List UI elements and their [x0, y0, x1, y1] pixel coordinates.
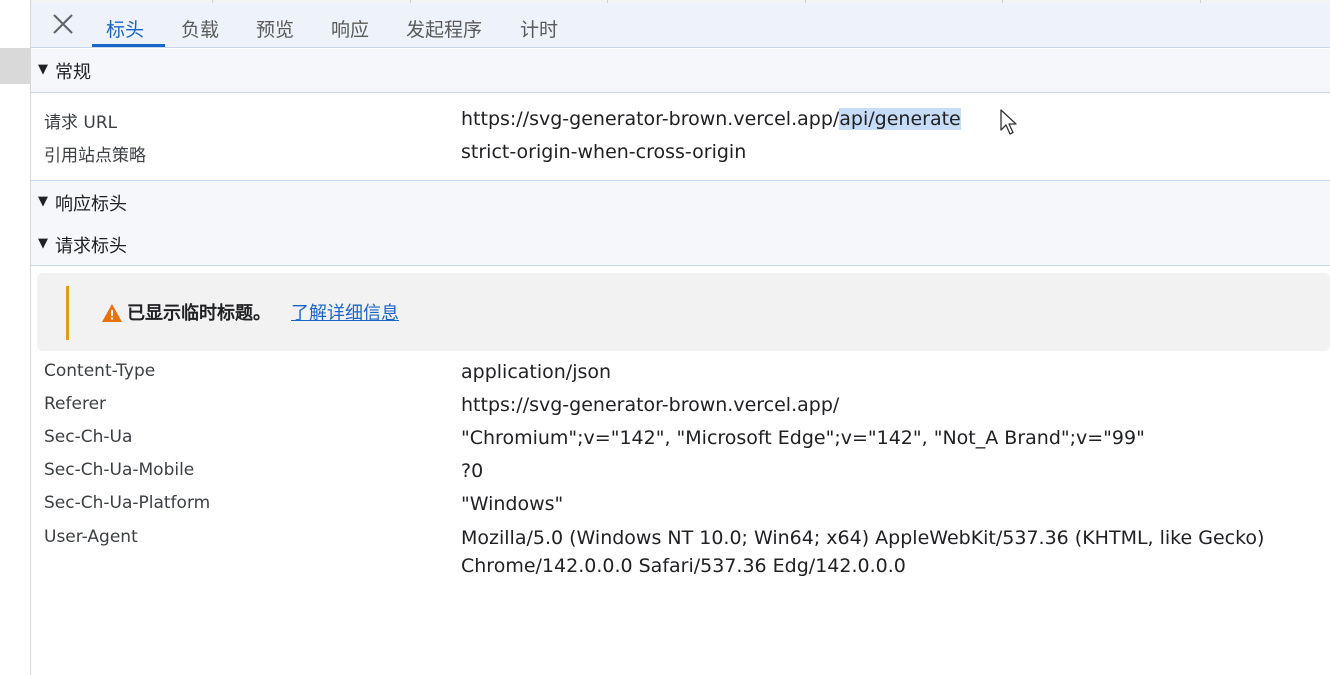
section-response-headers-header[interactable]: ▼ 响应标头 [31, 180, 1330, 224]
section-response-headers-title: 响应标头 [55, 194, 127, 215]
url-selected-text[interactable]: api/generate [839, 108, 961, 130]
selected-request-marker[interactable] [0, 48, 30, 84]
tab-headers[interactable]: 标头 [106, 15, 144, 47]
row-value[interactable]: "Chromium";v="142", "Microsoft Edge";v="… [461, 424, 1145, 452]
details-tabbar: 标头 负载 预览 响应 发起程序 计时 [31, 3, 1330, 48]
request-header-row: Sec-Ch-Ua-Mobile ?0 [31, 457, 1330, 487]
row-key: User-Agent [44, 527, 138, 547]
active-tab-indicator [92, 44, 165, 47]
close-icon[interactable] [48, 9, 78, 39]
triangle-down-icon: ▼ [38, 194, 48, 209]
tab-payload[interactable]: 负载 [181, 15, 219, 47]
row-key: Referer [44, 394, 107, 414]
row-value[interactable]: application/json [461, 358, 611, 386]
row-value[interactable]: https://svg-generator-brown.vercel.app/a… [461, 105, 961, 133]
row-key: Sec-Ch-Ua-Mobile [44, 460, 195, 480]
request-header-row: Sec-Ch-Ua-Platform "Windows" [31, 490, 1330, 520]
row-key: Content-Type [44, 361, 156, 381]
row-key: Sec-Ch-Ua [44, 427, 133, 447]
general-row-url: 请求 URL https://svg-generator-brown.verce… [31, 105, 1330, 135]
request-header-row: Sec-Ch-Ua "Chromium";v="142", "Microsoft… [31, 424, 1330, 454]
notice-accent-bar [66, 286, 69, 340]
tab-initiator[interactable]: 发起程序 [406, 15, 482, 47]
request-details-panel: 标头 负载 预览 响应 发起程序 计时 ▼ 常规 请求 URL https://… [31, 3, 1330, 675]
tab-timing[interactable]: 计时 [520, 15, 558, 47]
section-general-title: 常规 [55, 62, 91, 83]
row-value[interactable]: ?0 [461, 457, 483, 485]
section-request-headers-title: 请求标头 [55, 236, 127, 257]
triangle-down-icon: ▼ [38, 236, 48, 251]
section-general-header[interactable]: ▼ 常规 [31, 49, 1330, 93]
warning-icon [102, 304, 122, 322]
row-key: 请求 URL [44, 113, 118, 133]
row-value[interactable]: strict-origin-when-cross-origin [461, 138, 746, 166]
provisional-headers-notice: 已显示临时标题。 了解详细信息 [37, 273, 1330, 351]
url-plain[interactable]: https://svg-generator-brown.vercel.app/ [461, 108, 839, 130]
row-value[interactable]: https://svg-generator-brown.vercel.app/ [461, 391, 839, 419]
tab-preview[interactable]: 预览 [256, 15, 294, 47]
general-row-referrer-policy: 引用站点策略 strict-origin-when-cross-origin [31, 138, 1330, 168]
row-value[interactable]: "Windows" [461, 490, 563, 518]
row-value-line-1[interactable]: Mozilla/5.0 (Windows NT 10.0; Win64; x64… [461, 524, 1264, 552]
request-list-gutter[interactable] [0, 0, 31, 675]
section-request-headers-header[interactable]: ▼ 请求标头 [31, 223, 1330, 266]
row-key: Sec-Ch-Ua-Platform [44, 493, 211, 513]
request-header-row: Referer https://svg-generator-brown.verc… [31, 391, 1330, 421]
mouse-pointer-icon [1000, 109, 1017, 135]
request-header-row: Content-Type application/json [31, 358, 1330, 388]
request-header-row: User-Agent Mozilla/5.0 (Windows NT 10.0;… [31, 524, 1330, 582]
learn-more-link[interactable]: 了解详细信息 [291, 299, 399, 325]
triangle-down-icon: ▼ [38, 62, 48, 77]
row-value-line-2[interactable]: Chrome/142.0.0.0 Safari/537.36 Edg/142.0… [461, 552, 906, 580]
notice-text: 已显示临时标题。 [127, 303, 271, 324]
row-key: 引用站点策略 [44, 146, 146, 166]
tab-response[interactable]: 响应 [331, 15, 369, 47]
